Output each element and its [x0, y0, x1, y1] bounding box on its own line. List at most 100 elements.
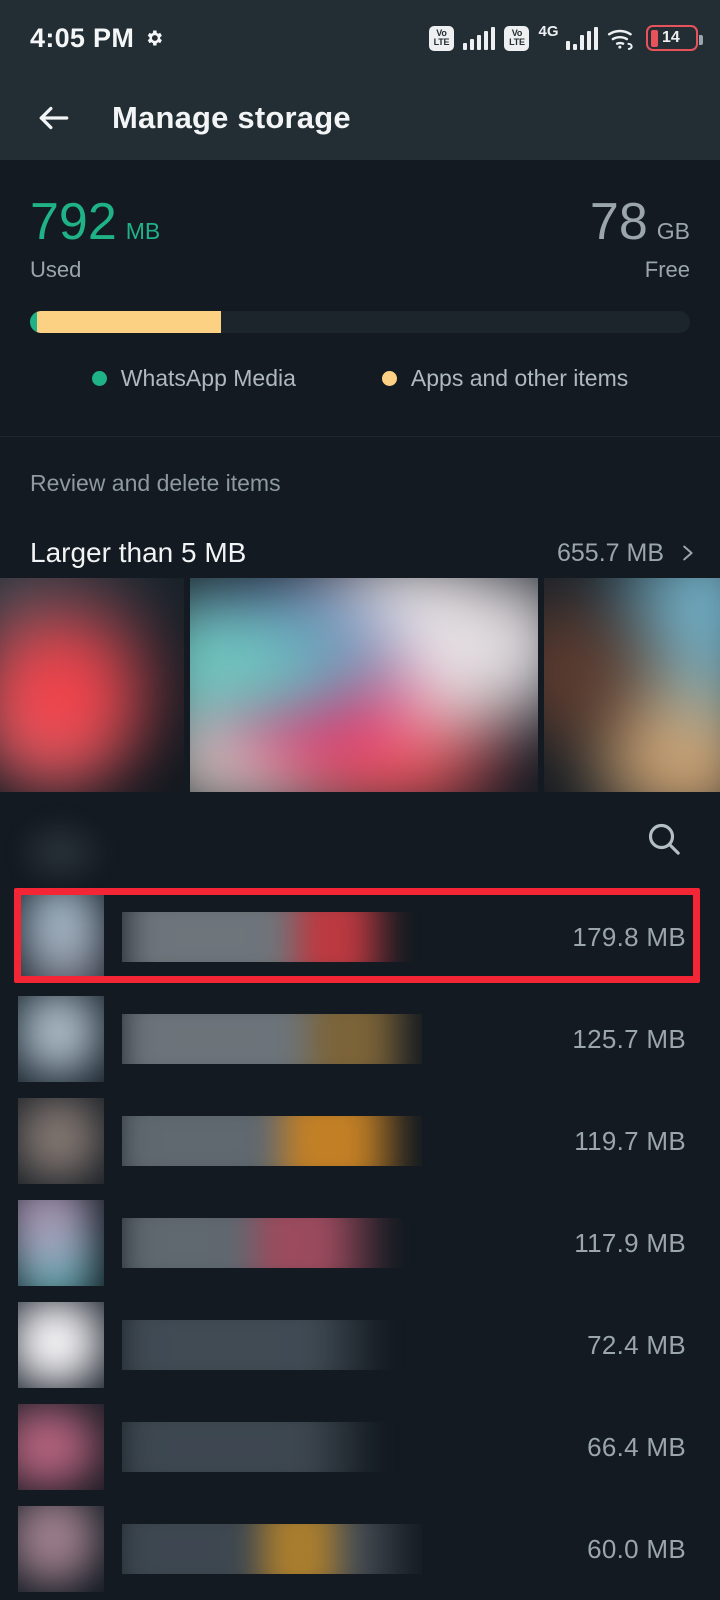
blurred-content: [18, 1506, 104, 1592]
file-name-blurred: [122, 1524, 422, 1574]
chevron-right-icon: [683, 545, 693, 561]
bar-segment-apps-and-other: [37, 311, 221, 333]
search-icon: [648, 823, 680, 855]
battery-fill: [651, 29, 658, 47]
blurred-content: [122, 1320, 422, 1370]
used-unit: MB: [125, 218, 161, 244]
volte-sim1-icon: Vo LTE: [428, 25, 454, 51]
table-row[interactable]: 119.7 MB: [0, 1090, 720, 1192]
volte-bottom: LTE: [433, 37, 450, 47]
table-row[interactable]: 179.8 MB: [0, 886, 720, 988]
file-name-blurred: [122, 1320, 422, 1370]
blurred-content: [18, 1404, 104, 1490]
legend-dot-icon: [91, 371, 107, 386]
status-clock: 4:05 PM: [30, 22, 135, 53]
larger-than-right: 655.7 MB: [557, 539, 698, 568]
media-preview-thumb[interactable]: [0, 578, 184, 792]
back-button[interactable]: [30, 94, 78, 142]
signal-sim1-icon: [462, 26, 496, 50]
page-title: Manage storage: [112, 100, 351, 135]
table-row[interactable]: 72.4 MB: [0, 1294, 720, 1396]
legend-label: Apps and other items: [410, 365, 629, 391]
status-bar-right: Vo LTE Vo LTE 4G 14: [428, 23, 703, 51]
review-section-title: Review and delete items: [30, 470, 281, 496]
blurred-content: [122, 1014, 422, 1064]
blurred-content: [18, 1302, 104, 1388]
legend-item-whatsapp-media: WhatsApp Media: [91, 365, 296, 392]
blurred-content: [544, 578, 720, 792]
storage-usage-bar: [30, 311, 690, 333]
blurred-content: [122, 1218, 422, 1268]
larger-than-5mb-row[interactable]: Larger than 5 MB 655.7 MB: [0, 527, 720, 579]
back-arrow-icon: [39, 106, 69, 130]
volte-sim2-icon: Vo LTE: [504, 25, 530, 51]
file-thumbnail: [18, 1506, 104, 1592]
used-value-row: 792 MB: [30, 196, 160, 248]
file-size: 60.0 MB: [587, 1533, 686, 1564]
file-size: 119.7 MB: [574, 1125, 686, 1156]
blurred-content: [0, 578, 184, 792]
table-row[interactable]: 60.0 MB: [0, 1498, 720, 1600]
network-type-label: 4G: [538, 23, 559, 40]
larger-than-size: 655.7 MB: [556, 538, 664, 567]
blurred-content: [122, 912, 422, 962]
phone-screen: 4:05 PM Vo LTE Vo LTE 4G 14 Manage stora…: [0, 0, 720, 1600]
volte-bottom: LTE: [509, 37, 525, 47]
used-label: Used: [30, 257, 82, 282]
wifi-icon: [607, 26, 637, 50]
status-bar-left: 4:05 PM: [30, 23, 164, 54]
file-name-blurred: [122, 1116, 422, 1166]
file-size: 117.9 MB: [574, 1227, 686, 1258]
blurred-content: [122, 1524, 422, 1574]
file-thumbnail: [18, 1098, 104, 1184]
used-storage-block: 792 MB Used: [30, 196, 160, 283]
free-value-row: 78 GB: [590, 196, 690, 248]
file-thumbnail: [18, 894, 104, 980]
file-list[interactable]: 179.8 MB 125.7 MB 119.7 MB 117.9 MB 72.4…: [0, 886, 720, 1600]
search-row: [0, 800, 720, 884]
file-thumbnail: [18, 1200, 104, 1286]
storage-figures: 792 MB Used 78 GB Free: [30, 160, 690, 283]
blurred-content: [122, 1116, 422, 1166]
table-row[interactable]: 117.9 MB: [0, 1192, 720, 1294]
file-thumbnail: [18, 1302, 104, 1388]
legend-item-apps-and-other: Apps and other items: [381, 365, 629, 392]
file-thumbnail: [18, 996, 104, 1082]
blurred-content: [18, 1200, 104, 1286]
search-button[interactable]: [644, 819, 684, 864]
free-value: 78: [589, 193, 648, 251]
blurred-content: [190, 578, 538, 792]
gear-icon: [144, 28, 164, 48]
file-name-blurred: [122, 1014, 422, 1064]
media-preview-thumb[interactable]: [544, 578, 720, 792]
table-row[interactable]: 66.4 MB: [0, 1396, 720, 1498]
legend-label: WhatsApp Media: [120, 365, 296, 391]
file-size: 66.4 MB: [587, 1431, 686, 1462]
media-preview-strip[interactable]: [0, 578, 720, 792]
used-value: 792: [30, 193, 117, 251]
legend-dot-icon: [381, 371, 397, 386]
partial-thumb-artifact: [20, 814, 110, 884]
free-unit: GB: [656, 218, 690, 244]
file-size: 72.4 MB: [587, 1329, 686, 1360]
file-size: 179.8 MB: [572, 921, 686, 952]
file-thumbnail: [18, 1404, 104, 1490]
battery-percent: 14: [662, 29, 680, 46]
blurred-content: [122, 1422, 422, 1472]
file-name-blurred: [122, 1218, 422, 1268]
app-bar: Manage storage: [0, 76, 720, 160]
bar-segment-whatsapp-media: [30, 311, 38, 333]
media-preview-thumb[interactable]: [190, 578, 538, 792]
free-label: Free: [644, 257, 690, 282]
storage-legend: WhatsApp Media Apps and other items: [30, 365, 690, 392]
file-size: 125.7 MB: [572, 1023, 686, 1054]
storage-summary-card: 792 MB Used 78 GB Free WhatsApp Media Ap…: [0, 160, 720, 437]
larger-than-label: Larger than 5 MB: [30, 537, 247, 568]
table-row[interactable]: 125.7 MB: [0, 988, 720, 1090]
status-bar: 4:05 PM Vo LTE Vo LTE 4G 14: [0, 0, 720, 76]
free-storage-block: 78 GB Free: [590, 196, 690, 283]
battery-icon: 14: [646, 25, 703, 51]
blurred-content: [18, 996, 104, 1082]
blurred-content: [18, 894, 104, 980]
blurred-content: [18, 1098, 104, 1184]
